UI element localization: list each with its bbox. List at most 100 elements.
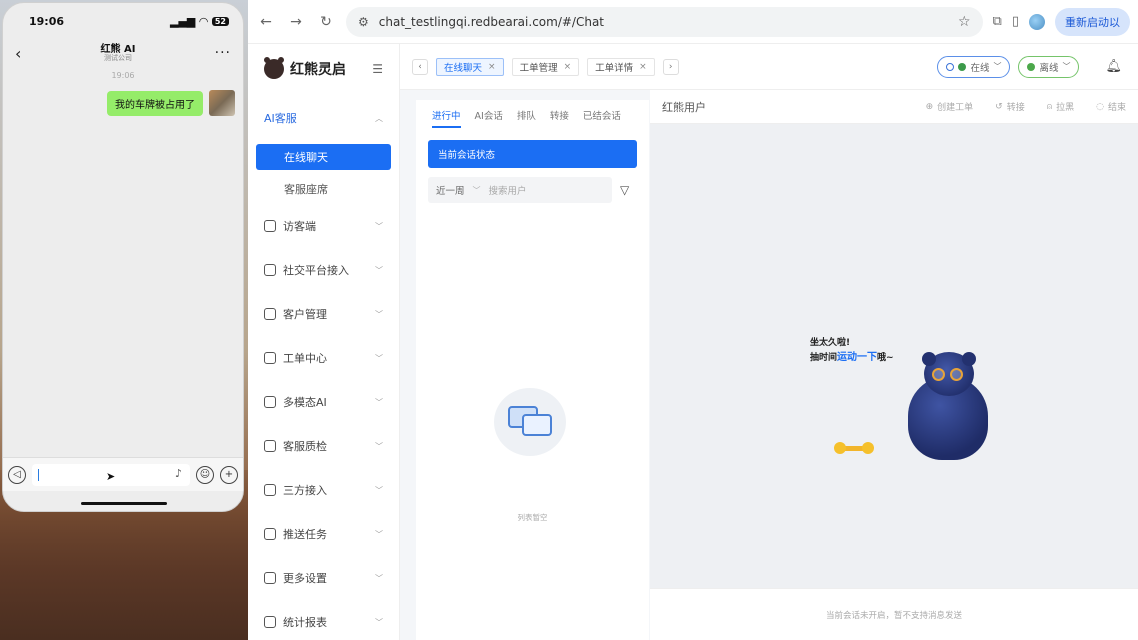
home-indicator[interactable] [81,502,167,505]
empty-chat-icon [494,388,566,456]
conv-tab-queue[interactable]: 排队 [517,108,536,122]
address-bar[interactable]: ⚙ chat_testlingqi.redbearai.com/#/Chat ☆ [346,6,983,37]
chevron-down-icon: ﹀ [375,221,383,231]
page-tabs: ‹ 在线聊天 × 工单管理 × 工单详情 × › 在线 ﹀ 离线 ﹀ 🔔︎ [400,44,1138,90]
share-icon [264,264,276,276]
status-online-button[interactable]: 在线 ﹀ [937,55,1011,78]
phone-chat-header: ‹ 红熊 AI 测试公司 ··· [3,39,243,67]
tab-ticket-detail[interactable]: 工单详情 × [587,57,655,76]
sidebar-item-multimodal[interactable]: 多模态AI ﹀ [248,380,399,424]
conversation-filter: 近一周 ﹀ 搜索用户 ▽ [428,176,637,204]
conversation-tabs: 进行中 AI会话 排队 转接 已结会话 [416,100,649,130]
chevron-down-icon: ﹀ [375,485,383,495]
end-button[interactable]: ◌ 结束 [1096,100,1126,114]
sidebar-item-settings[interactable]: 更多设置 ﹀ [248,556,399,600]
sidebar-item-push[interactable]: 推送任务 ﹀ [248,512,399,556]
wifi-icon: ◠ [199,14,208,28]
create-ticket-button[interactable]: ⊕ 创建工单 [925,100,974,114]
block-button[interactable]: ⍝ 拉黑 [1046,100,1074,114]
phone-status-bar: 19:06 ▂▄▆ ◠ 52 [3,3,243,39]
sidebar-icon[interactable]: ▯ [1012,14,1019,29]
chevron-down-icon: ﹀ [375,265,383,275]
sidebar-item-online-chat[interactable]: 在线聊天 [256,144,391,170]
chat-contact-name: 红熊 AI [100,43,136,55]
profile-icon[interactable] [1029,13,1045,30]
bear-mascot-icon [900,348,994,460]
block-user-icon: ⍝ [1046,101,1053,112]
conv-tab-closed[interactable]: 已结会话 [583,108,621,122]
chart-icon [264,616,276,628]
bell-icon[interactable]: 🔔︎ [1105,59,1122,74]
status-offline-button[interactable]: 离线 ﹀ [1018,55,1080,78]
sidebar-item-ai-service[interactable]: AI客服 ︿ [248,96,399,140]
chevron-up-icon: ︿ [375,113,383,123]
conversation-status-button[interactable]: 当前会话状态 [428,140,637,168]
phone-clock: 19:06 [29,14,65,28]
forward-arrow-icon[interactable]: → [286,14,306,30]
close-icon[interactable]: × [639,62,647,72]
chevron-down-icon: ﹀ [472,185,481,195]
extensions-icon[interactable]: ⧉ [993,14,1002,29]
collapse-menu-icon[interactable]: ☰ [372,62,383,76]
filter-icon[interactable]: ▽ [620,183,629,197]
emoji-icon[interactable]: ☺ [196,465,214,484]
app-root: 红熊灵启 ☰ AI客服 ︿ 在线聊天 客服座席 访客端 ﹀ 社交平台接入 ﹀ 客… [248,44,1138,640]
site-settings-icon[interactable]: ⚙ [358,15,369,29]
search-input[interactable]: 搜索用户 [489,183,527,197]
robot-icon [264,396,276,408]
sidebar: 红熊灵启 ☰ AI客服 ︿ 在线聊天 客服座席 访客端 ﹀ 社交平台接入 ﹀ 客… [248,44,400,640]
star-icon[interactable]: ☆ [958,14,971,30]
ticket-icon [264,352,276,364]
browser-toolbar: ← → ↻ ⚙ chat_testlingqi.redbearai.com/#/… [248,0,1138,44]
transfer-button[interactable]: ↺ 转接 [995,100,1025,114]
tab-online-chat[interactable]: 在线聊天 × [436,57,504,76]
relaunch-button[interactable]: 重新启动以 [1055,7,1130,36]
close-icon[interactable]: × [564,62,572,72]
tabs-next-icon[interactable]: › [662,58,679,75]
plus-circle-icon: ⊕ [925,101,934,112]
range-select[interactable]: 近一周 ﹀ 搜索用户 [428,177,612,203]
idle-tip: 坐太久啦! 抽时间运动一下哦~ [810,338,894,364]
sidebar-item-ticket[interactable]: 工单中心 ﹀ [248,336,399,380]
sent-message[interactable]: 我的车牌被占用了 [107,90,203,116]
conv-tab-active[interactable]: 进行中 [432,108,461,128]
reload-icon[interactable]: ↻ [316,14,336,30]
chat-actions: ⊕ 创建工单 ↺ 转接 ⍝ 拉黑 ◌ 结束 [925,100,1126,114]
sidebar-item-third-party[interactable]: 三方接入 ﹀ [248,468,399,512]
phone-input-bar: ◁ ➤ ♪ ☺ + [3,457,243,491]
logo-text: 红熊灵启 [290,62,346,78]
back-arrow-icon[interactable]: ← [256,14,276,30]
sidebar-item-agent-seat[interactable]: 客服座席 [248,174,399,204]
conv-tab-transfer[interactable]: 转接 [550,108,569,122]
chat-panel: 红熊用户 ⊕ 创建工单 ↺ 转接 ⍝ 拉黑 ◌ 结束 坐太久啦! 抽时间运动一下哦~ [650,90,1138,640]
gear-icon [264,572,276,584]
chevron-down-icon: ﹀ [1062,62,1071,71]
status-ring-icon [946,62,955,71]
sidebar-item-report[interactable]: 统计报表 ﹀ [248,600,399,640]
voice-icon[interactable]: ◁ [8,465,26,484]
phone-screen: 19:06 ▂▄▆ ◠ 52 ‹ 红熊 AI 测试公司 ··· 19:06 我的… [2,2,244,512]
back-icon[interactable]: ‹ [15,44,21,63]
conversation-panel: 进行中 AI会话 排队 转接 已结会话 当前会话状态 近一周 ﹀ 搜索用户 ▽ … [416,100,649,640]
sidebar-item-quality[interactable]: 客服质检 ﹀ [248,424,399,468]
offline-status-icon [1027,62,1036,71]
chevron-down-icon: ﹀ [375,617,383,627]
tabs-prev-icon[interactable]: ‹ [412,58,428,75]
tab-ticket-manage[interactable]: 工单管理 × [511,57,580,76]
sidebar-item-customer[interactable]: 客户管理 ﹀ [248,292,399,336]
url-text: chat_testlingqi.redbearai.com/#/Chat [378,14,604,29]
chat-end-icon: ◌ [1096,101,1104,112]
message-input[interactable]: ➤ ♪ [32,463,190,486]
more-icon[interactable]: ··· [215,45,231,61]
sidebar-item-social[interactable]: 社交平台接入 ﹀ [248,248,399,292]
chevron-down-icon: ﹀ [375,397,383,407]
sidebar-item-visitor[interactable]: 访客端 ﹀ [248,204,399,248]
close-icon[interactable]: × [488,62,496,72]
avatar[interactable] [209,90,235,116]
mic-icon[interactable]: ♪ [175,467,182,480]
app-logo: 红熊灵启 ☰ [248,44,399,94]
chat-header: 红熊用户 ⊕ 创建工单 ↺ 转接 ⍝ 拉黑 ◌ 结束 [650,90,1138,124]
plus-icon[interactable]: + [220,465,238,484]
inspection-icon [264,440,276,452]
conv-tab-ai[interactable]: AI会话 [475,108,503,122]
